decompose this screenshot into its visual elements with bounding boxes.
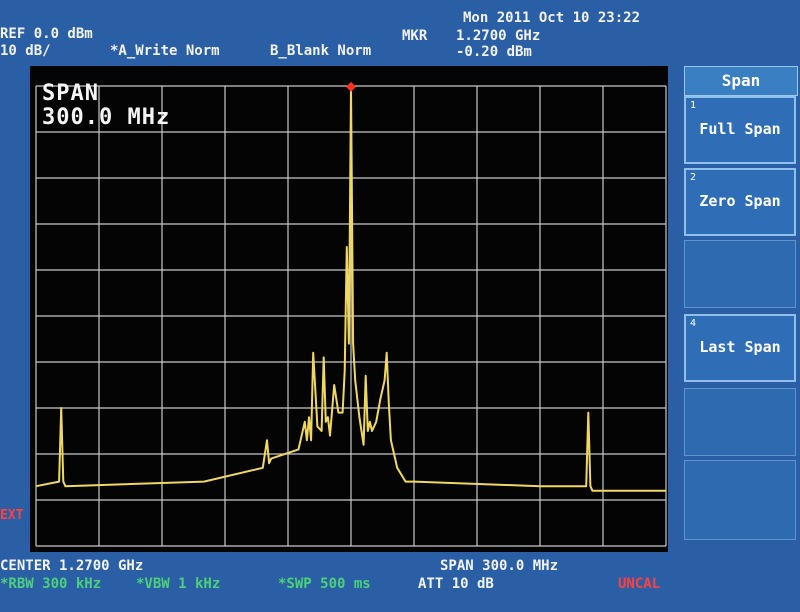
datetime: Mon 2011 Oct 10 23:22: [463, 10, 641, 26]
span-overlay-label: SPAN: [42, 81, 99, 106]
sweep-time: *SWP 500 ms: [278, 576, 371, 592]
spectrum-display: SPAN 300.0 MHz: [30, 66, 668, 552]
ext-indicator: EXT: [0, 508, 24, 523]
marker-label: MKR: [402, 28, 428, 44]
vbw-setting: *VBW 1 kHz: [136, 576, 221, 592]
spectrum-plot: [35, 81, 667, 547]
softkey-label: Full Span: [699, 120, 781, 138]
span-value: SPAN 300.0 MHz: [440, 558, 559, 574]
center-frequency: CENTER 1.2700 GHz: [0, 558, 144, 574]
zero-span-button[interactable]: 2 Zero Span: [684, 168, 796, 236]
uncal-warning: UNCAL: [618, 576, 661, 592]
softkey-label: Last Span: [699, 338, 781, 356]
rbw-setting: *RBW 300 kHz: [0, 576, 102, 592]
marker-frequency: 1.2700 GHz: [456, 28, 541, 44]
ref-level: REF 0.0 dBm: [0, 26, 93, 42]
softkey-menu-title: Span: [684, 66, 798, 96]
span-overlay-value: 300.0 MHz: [42, 105, 171, 130]
marker-level: -0.20 dBm: [456, 44, 532, 60]
softkey-panel: Span 1 Full Span 2 Zero Span 4 Last Span: [684, 66, 798, 552]
marker-diamond: [346, 81, 356, 92]
softkey-number: 2: [690, 172, 697, 183]
attenuation: ATT 10 dB: [418, 576, 494, 592]
last-span-button[interactable]: 4 Last Span: [684, 314, 796, 382]
softkey-blank-3: [684, 240, 796, 308]
full-span-button[interactable]: 1 Full Span: [684, 96, 796, 164]
trace-b-mode: B_Blank Norm: [270, 43, 372, 59]
trace-a-mode: *A_Write Norm: [110, 43, 220, 59]
softkey-label: Zero Span: [699, 192, 781, 210]
scale-per-div: 10 dB/: [0, 43, 51, 59]
softkey-number: 4: [690, 318, 697, 329]
softkey-number: 1: [690, 100, 697, 111]
softkey-blank-5: [684, 388, 796, 456]
softkey-blank-6: [684, 460, 796, 540]
